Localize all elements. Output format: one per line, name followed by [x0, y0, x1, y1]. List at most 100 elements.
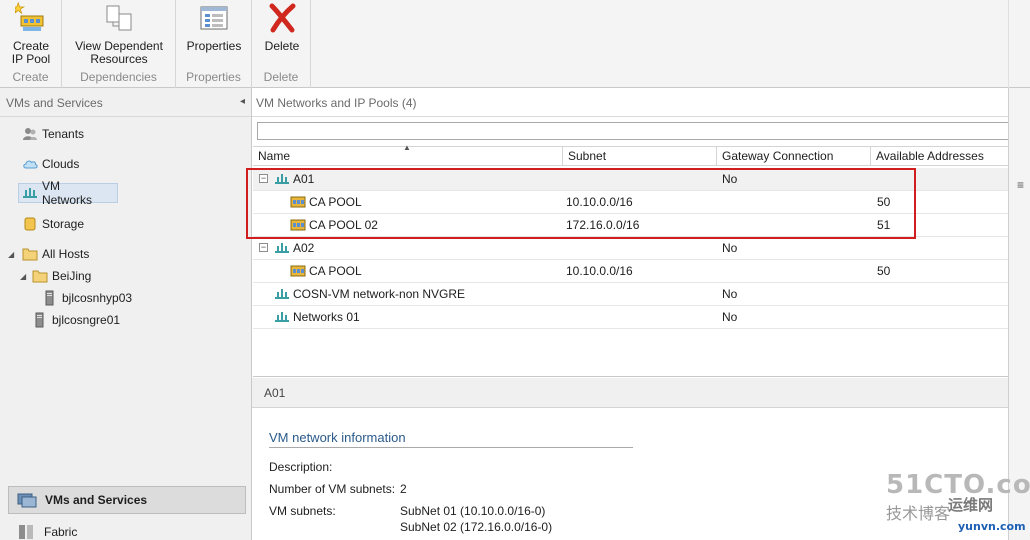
cell-subnet: 10.10.0.0/16: [566, 195, 633, 209]
table-row[interactable]: CA POOL 10.10.0.0/16 50: [253, 260, 1011, 283]
cell-name: CA POOL: [309, 195, 362, 209]
cell-gateway: No: [722, 172, 738, 186]
details-header: A01: [252, 378, 1008, 408]
nav-item-vm-networks[interactable]: VM Networks: [18, 179, 118, 207]
tree-expander-beijing[interactable]: ◢: [20, 272, 26, 281]
tree-item-beijing[interactable]: BeiJing: [32, 266, 91, 286]
delete-icon: [266, 2, 298, 34]
nav-item-clouds[interactable]: Clouds: [22, 154, 79, 174]
navigation-pane-title: VMs and Services: [6, 96, 103, 110]
collapse-icon[interactable]: −: [259, 243, 268, 252]
nav-item-label: Storage: [42, 217, 85, 231]
ribbon-group-create: Create IP Pool Create: [0, 0, 62, 88]
ribbon-group-label-create: Create: [12, 70, 49, 84]
view-dependent-label-2: Resources: [90, 52, 148, 66]
table-row[interactable]: CA POOL 10.10.0.0/16 50: [253, 191, 1011, 214]
menu-icon[interactable]: ≡: [1017, 178, 1024, 192]
tree-item-label: bjlcosnhyp03: [62, 291, 133, 305]
tree-item-all-hosts[interactable]: All Hosts: [22, 244, 89, 264]
table-row[interactable]: Networks 01 No: [253, 306, 1011, 329]
cell-subnet: 172.16.0.0/16: [566, 218, 640, 232]
details-section-title: VM network information: [269, 430, 406, 445]
vms-services-icon: [17, 491, 37, 509]
vm-subnet-2: SubNet 02 (172.16.0.0/16-0): [400, 520, 553, 534]
workspace-label: VMs and Services: [45, 493, 148, 507]
nav-item-label: VM Networks: [42, 179, 93, 207]
cell-available: 50: [877, 195, 891, 209]
nav-item-label: Clouds: [42, 157, 80, 171]
properties-button[interactable]: Properties: [182, 2, 246, 53]
cloud-icon: [22, 156, 38, 172]
nav-item-storage[interactable]: Storage: [22, 214, 84, 234]
watermark: 51CTO.com 技术博客 运维网 yunvn.com: [886, 470, 1030, 540]
column-header-gateway[interactable]: Gateway Connection: [717, 147, 871, 166]
cell-name: COSN-VM network-non NVGRE: [293, 287, 466, 301]
details-header-title: A01: [264, 386, 286, 400]
ribbon-group-label-properties: Properties: [186, 70, 241, 84]
server-icon: [32, 312, 48, 328]
ip-pool-icon: [290, 195, 306, 209]
cell-available: 51: [877, 218, 891, 232]
nav-item-label: Tenants: [42, 127, 85, 141]
table-row[interactable]: COSN-VM network-non NVGRE No: [253, 283, 1011, 306]
column-header-name[interactable]: Name: [253, 147, 563, 166]
create-ip-pool-icon: [11, 1, 47, 34]
ribbon-group-label-delete: Delete: [263, 70, 299, 84]
grid-bottom-border: [253, 376, 1011, 377]
ribbon: Create IP Pool Create View Dependent Res…: [0, 0, 1030, 88]
view-dependent-resources-button[interactable]: View Dependent Resources: [66, 2, 172, 66]
main-pane-title: VM Networks and IP Pools (4): [256, 96, 417, 110]
workspace-vms-and-services[interactable]: VMs and Services: [8, 486, 246, 514]
main-title-divider: [252, 116, 1030, 117]
folder-icon: [32, 268, 48, 284]
ip-pool-icon: [290, 218, 306, 232]
column-header-available[interactable]: Available Addresses: [871, 147, 1011, 166]
search-input[interactable]: [257, 122, 1017, 140]
table-row[interactable]: CA POOL 02 172.16.0.0/16 51: [253, 214, 1011, 237]
fabric-icon: [16, 523, 36, 540]
tree-item-bjlcosnhyp03[interactable]: bjlcosnhyp03: [42, 288, 132, 308]
vm-network-icon: [274, 172, 290, 186]
navigation-pane: VMs and Services ◂ Tenants Clouds VM Net…: [0, 88, 252, 540]
watermark-line2: 技术博客: [886, 504, 951, 523]
workspace-label: Fabric: [44, 525, 78, 539]
tree-item-label: bjlcosngre01: [52, 313, 121, 327]
tree-item-bjlcosngre01[interactable]: bjlcosngre01: [32, 310, 120, 330]
vm-network-icon: [22, 185, 38, 201]
ip-pool-icon: [290, 264, 306, 278]
nav-divider: [0, 116, 251, 117]
delete-button[interactable]: Delete: [258, 2, 306, 53]
watermark-line3: 运维网: [948, 496, 994, 514]
cell-gateway: No: [722, 241, 738, 255]
grid-header: ▲ Name Subnet Gateway Connection Availab…: [253, 143, 1011, 166]
vm-subnets-label: VM subnets:: [269, 504, 336, 518]
table-row[interactable]: − A02 No: [253, 237, 1011, 260]
tree-expander-all-hosts[interactable]: ◢: [8, 250, 14, 259]
cell-name: Networks 01: [293, 310, 360, 324]
collapse-pane-icon[interactable]: ◂: [240, 96, 245, 107]
cell-name: A01: [293, 172, 315, 186]
ribbon-group-dependencies: View Dependent Resources Dependencies: [62, 0, 176, 88]
vm-network-icon: [274, 287, 290, 301]
properties-label: Properties: [186, 39, 242, 53]
create-ip-pool-button[interactable]: Create IP Pool: [6, 1, 56, 66]
details-section-divider: [269, 447, 633, 448]
cell-name: CA POOL 02: [309, 218, 378, 232]
collapse-icon[interactable]: −: [259, 174, 268, 183]
workspace-fabric[interactable]: Fabric: [8, 518, 246, 540]
ribbon-group-delete: Delete Delete: [252, 0, 311, 88]
vm-network-icon: [274, 310, 290, 324]
create-ip-pool-label-2: IP Pool: [11, 52, 51, 66]
table-row[interactable]: − A01 No: [253, 168, 1011, 191]
column-header-subnet[interactable]: Subnet: [563, 147, 717, 166]
vm-subnet-1: SubNet 01 (10.10.0.0/16-0): [400, 504, 546, 518]
storage-icon: [22, 216, 38, 232]
ribbon-scroll-area: [1008, 0, 1030, 88]
cell-subnet: 10.10.0.0/16: [566, 264, 633, 278]
ribbon-group-properties: Properties Properties: [176, 0, 252, 88]
ribbon-group-label-dependencies: Dependencies: [80, 70, 157, 84]
tenants-icon: [22, 126, 38, 142]
nav-item-tenants[interactable]: Tenants: [22, 124, 84, 144]
folder-icon: [22, 246, 38, 262]
vm-network-icon: [274, 241, 290, 255]
